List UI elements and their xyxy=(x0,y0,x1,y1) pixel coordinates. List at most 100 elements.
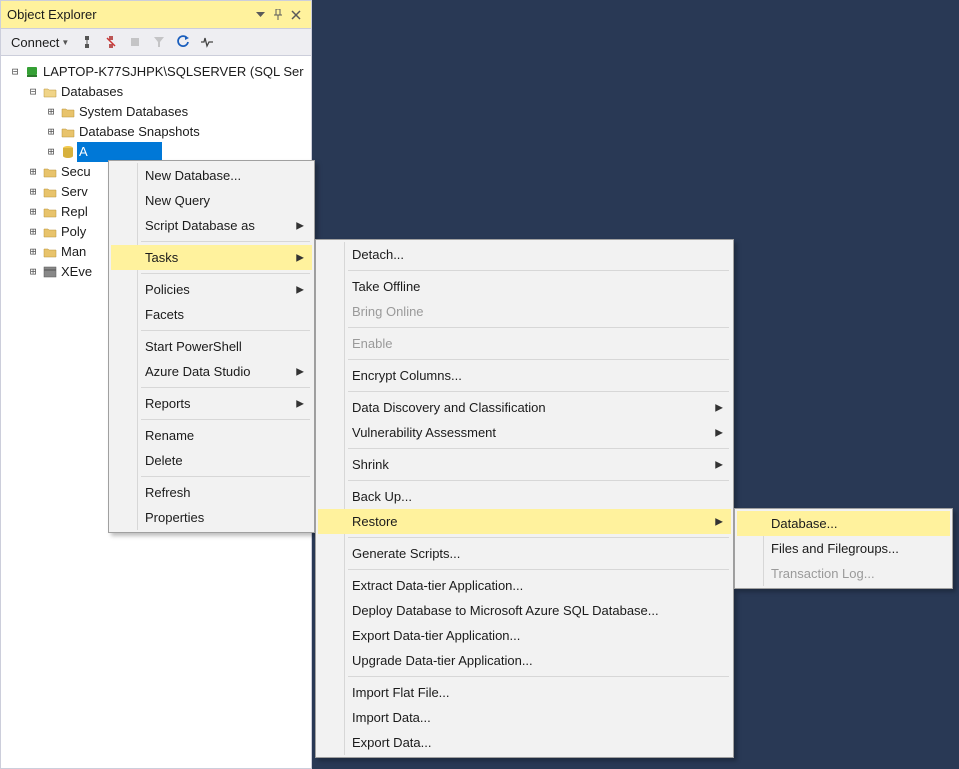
menu-properties[interactable]: Properties xyxy=(111,505,312,530)
folder-icon xyxy=(41,244,59,260)
context-menu-restore: Database... Files and Filegroups... Tran… xyxy=(734,508,953,589)
refresh-icon[interactable] xyxy=(173,32,193,52)
menu-backup[interactable]: Back Up... xyxy=(318,484,731,509)
folder-icon xyxy=(59,124,77,140)
tree-label: XEve xyxy=(59,262,92,282)
menu-restore-files-fg[interactable]: Files and Filegroups... xyxy=(737,536,950,561)
expand-icon[interactable]: ⊞ xyxy=(25,202,41,222)
folder-icon xyxy=(41,224,59,240)
tree-label: Poly xyxy=(59,222,86,242)
menu-upgrade-dta[interactable]: Upgrade Data-tier Application... xyxy=(318,648,731,673)
disconnect-icon[interactable] xyxy=(101,32,121,52)
menu-separator xyxy=(348,270,729,271)
context-menu-tasks: Detach... Take Offline Bring Online Enab… xyxy=(315,239,734,758)
menu-separator xyxy=(348,448,729,449)
folder-open-icon xyxy=(41,84,59,100)
menu-encrypt[interactable]: Encrypt Columns... xyxy=(318,363,731,388)
menu-shrink[interactable]: Shrink▶ xyxy=(318,452,731,477)
submenu-arrow-icon: ▶ xyxy=(296,220,304,231)
toolbar: Connect ▼ xyxy=(1,28,311,56)
submenu-arrow-icon: ▶ xyxy=(715,402,723,413)
menu-separator xyxy=(141,273,310,274)
menu-refresh[interactable]: Refresh xyxy=(111,480,312,505)
tree-label: LAPTOP-K77SJHPK\SQLSERVER (SQL Ser xyxy=(41,62,304,82)
collapse-icon[interactable]: ⊟ xyxy=(7,62,23,82)
menu-start-ps[interactable]: Start PowerShell xyxy=(111,334,312,359)
expand-icon[interactable]: ⊞ xyxy=(25,242,41,262)
menu-separator xyxy=(348,480,729,481)
menu-new-query[interactable]: New Query xyxy=(111,188,312,213)
expand-icon[interactable]: ⊞ xyxy=(43,142,59,162)
chevron-down-icon: ▼ xyxy=(61,38,69,47)
tree-label: Serv xyxy=(59,182,88,202)
menu-separator xyxy=(348,676,729,677)
submenu-arrow-icon: ▶ xyxy=(715,459,723,470)
stop-icon[interactable] xyxy=(125,32,145,52)
expand-icon[interactable]: ⊞ xyxy=(25,222,41,242)
menu-ddc[interactable]: Data Discovery and Classification▶ xyxy=(318,395,731,420)
submenu-arrow-icon: ▶ xyxy=(296,366,304,377)
menu-separator xyxy=(141,476,310,477)
menu-import-data[interactable]: Import Data... xyxy=(318,705,731,730)
menu-ads[interactable]: Azure Data Studio▶ xyxy=(111,359,312,384)
tree-label: Man xyxy=(59,242,86,262)
menu-separator xyxy=(141,387,310,388)
pin-icon[interactable] xyxy=(269,6,287,24)
menu-export-data[interactable]: Export Data... xyxy=(318,730,731,755)
menu-new-database[interactable]: New Database... xyxy=(111,163,312,188)
menu-export-dta[interactable]: Export Data-tier Application... xyxy=(318,623,731,648)
expand-icon[interactable]: ⊞ xyxy=(25,162,41,182)
connect-label: Connect xyxy=(11,35,59,50)
tree-label: Database Snapshots xyxy=(77,122,200,142)
collapse-icon[interactable]: ⊟ xyxy=(25,82,41,102)
expand-icon[interactable]: ⊞ xyxy=(43,122,59,142)
menu-vuln[interactable]: Vulnerability Assessment▶ xyxy=(318,420,731,445)
activity-icon[interactable] xyxy=(197,32,217,52)
menu-restore[interactable]: Restore▶ xyxy=(318,509,731,534)
tree-node-sysdb[interactable]: ⊞ System Databases xyxy=(3,102,309,122)
menu-separator xyxy=(141,330,310,331)
menu-import-flat[interactable]: Import Flat File... xyxy=(318,680,731,705)
expand-icon[interactable]: ⊞ xyxy=(25,262,41,282)
submenu-arrow-icon: ▶ xyxy=(715,516,723,527)
menu-policies[interactable]: Policies▶ xyxy=(111,277,312,302)
filter-icon[interactable] xyxy=(149,32,169,52)
menu-separator xyxy=(141,241,310,242)
submenu-arrow-icon: ▶ xyxy=(296,398,304,409)
folder-icon xyxy=(41,184,59,200)
tree-label: Databases xyxy=(59,82,123,102)
menu-delete[interactable]: Delete xyxy=(111,448,312,473)
menu-script-db[interactable]: Script Database as▶ xyxy=(111,213,312,238)
menu-separator xyxy=(348,537,729,538)
tree-label: Repl xyxy=(59,202,88,222)
close-icon[interactable] xyxy=(287,6,305,24)
menu-restore-database[interactable]: Database... xyxy=(737,511,950,536)
window-dropdown-icon[interactable] xyxy=(251,6,269,24)
database-icon xyxy=(59,144,77,160)
panel-titlebar: Object Explorer xyxy=(1,1,311,28)
menu-generate-scripts[interactable]: Generate Scripts... xyxy=(318,541,731,566)
menu-deploy-azure[interactable]: Deploy Database to Microsoft Azure SQL D… xyxy=(318,598,731,623)
menu-tasks[interactable]: Tasks▶ xyxy=(111,245,312,270)
tree-label-selected: A xyxy=(77,142,162,162)
menu-reports[interactable]: Reports▶ xyxy=(111,391,312,416)
connect-object-icon[interactable] xyxy=(77,32,97,52)
submenu-arrow-icon: ▶ xyxy=(296,252,304,263)
tree-node-selected-db[interactable]: ⊞ A xyxy=(3,142,309,162)
tree-node-server[interactable]: ⊟ LAPTOP-K77SJHPK\SQLSERVER (SQL Ser xyxy=(3,62,309,82)
profiler-icon xyxy=(41,264,59,280)
menu-facets[interactable]: Facets xyxy=(111,302,312,327)
expand-icon[interactable]: ⊞ xyxy=(25,182,41,202)
menu-separator xyxy=(348,327,729,328)
menu-take-offline[interactable]: Take Offline xyxy=(318,274,731,299)
expand-icon[interactable]: ⊞ xyxy=(43,102,59,122)
connect-button[interactable]: Connect ▼ xyxy=(7,33,73,52)
menu-enable: Enable xyxy=(318,331,731,356)
menu-rename[interactable]: Rename xyxy=(111,423,312,448)
tree-node-snapshots[interactable]: ⊞ Database Snapshots xyxy=(3,122,309,142)
menu-separator xyxy=(348,359,729,360)
context-menu-database: New Database... New Query Script Databas… xyxy=(108,160,315,533)
tree-node-databases[interactable]: ⊟ Databases xyxy=(3,82,309,102)
menu-detach[interactable]: Detach... xyxy=(318,242,731,267)
menu-extract-dta[interactable]: Extract Data-tier Application... xyxy=(318,573,731,598)
